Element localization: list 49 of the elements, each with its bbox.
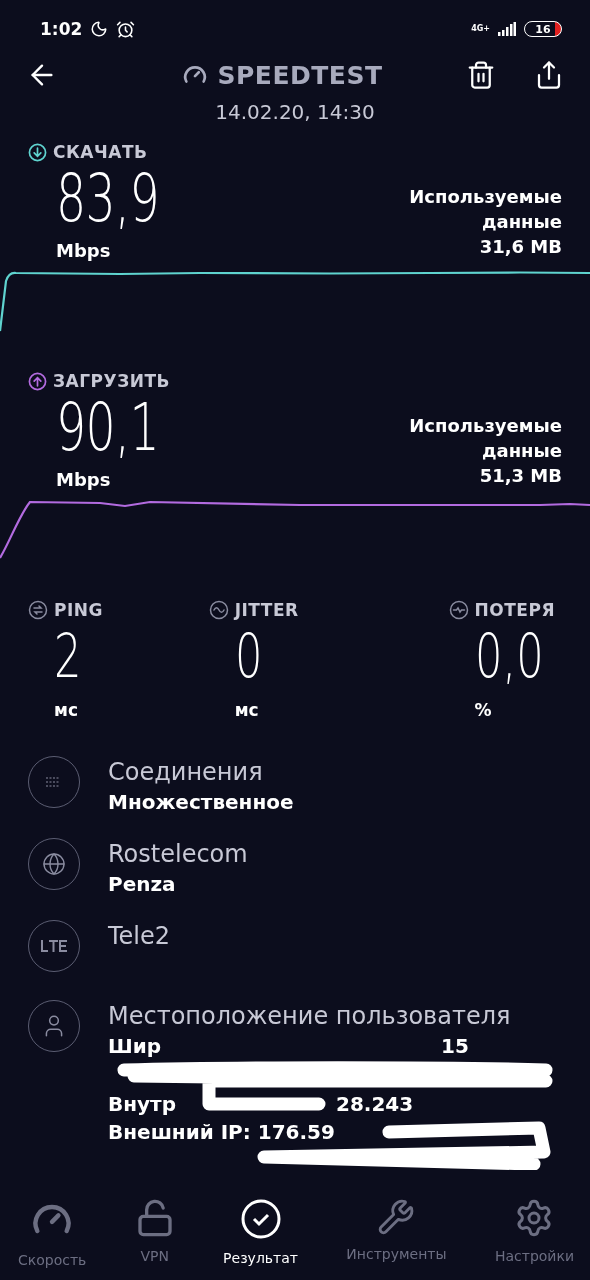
detail-title: Соединения	[108, 757, 264, 788]
clock-time: 1:02	[40, 19, 83, 39]
detail-title: Rostelecom	[108, 839, 248, 870]
battery-level: 16	[524, 21, 562, 37]
stat-unit: мс	[54, 700, 79, 720]
location-text: Внешний IP: 176.59	[108, 1119, 335, 1146]
stat-label: ПОТЕРЯ	[474, 600, 556, 620]
wrench-icon	[377, 1198, 416, 1236]
nav-tab[interactable]: VPN	[134, 1198, 175, 1268]
result-label: ЗАГРУЗИТЬ	[53, 371, 170, 391]
speed-value: 90,1	[56, 395, 160, 461]
result-label: СКАЧАТЬ	[53, 142, 148, 162]
delete-button[interactable]	[466, 60, 496, 90]
stat-unit: %	[474, 700, 493, 720]
wave-icon	[208, 600, 229, 620]
ping-arrows-icon	[28, 600, 48, 620]
stat-label: PING	[54, 600, 103, 620]
stat-value: 0	[234, 626, 264, 686]
nav-tab[interactable]: Инструменты	[346, 1198, 447, 1268]
speed-unit: Mbps	[56, 240, 112, 261]
app-title: SPEEDTEST	[217, 60, 383, 90]
data-value: 31,6 MB	[479, 235, 562, 259]
speed-value: 83,9	[56, 166, 160, 232]
speed-unit: Mbps	[56, 469, 112, 490]
location-text: 15	[441, 1033, 469, 1060]
stat-value: 2	[54, 626, 83, 686]
data-label: Используемые данные	[408, 414, 562, 463]
alarm-icon	[116, 19, 136, 39]
location-text: Внутр	[108, 1091, 176, 1118]
moon-icon	[90, 20, 109, 38]
nav-tab[interactable]: Настройки	[494, 1198, 574, 1268]
data-value: 51,3 MB	[479, 464, 562, 488]
stat-unit: мс	[234, 700, 260, 720]
stat-value: 0,0	[474, 626, 544, 686]
check-circle-icon	[239, 1198, 282, 1240]
network-type: 4G+	[471, 25, 490, 33]
detail-title: Tele2	[108, 921, 171, 952]
stat-label: JITTER	[234, 600, 299, 620]
location-text: Шир	[108, 1033, 162, 1060]
nav-tab[interactable]: Скорость	[18, 1198, 87, 1268]
detail-title: Местоположение пользователя	[108, 1001, 511, 1032]
test-date: 14.02.20, 14:30	[214, 100, 376, 124]
signal-icon	[498, 22, 516, 36]
nav-tab[interactable]: Результат	[223, 1198, 298, 1268]
data-label: Используемые данные	[408, 185, 562, 234]
detail-value: Множественное	[108, 789, 294, 816]
pulse-icon	[448, 600, 469, 620]
location-text: 28.243	[336, 1091, 414, 1118]
detail-value: Penza	[108, 871, 177, 898]
